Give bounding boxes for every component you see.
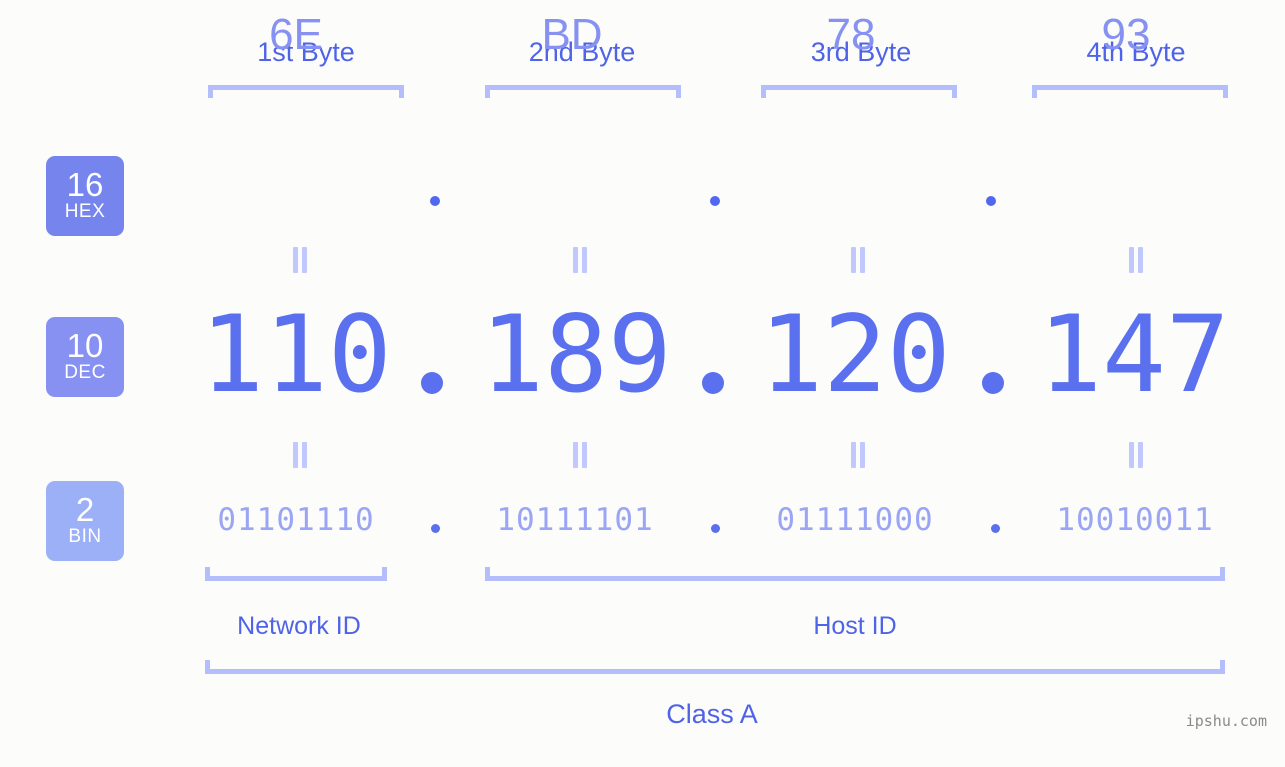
site-watermark: ipshu.com: [1185, 712, 1267, 730]
base-badge-bin: 2 BIN: [46, 481, 124, 561]
host-id-label: Host ID: [813, 612, 897, 640]
hex-byte-2: BD: [541, 10, 603, 59]
bin-byte-1: 01101110: [217, 502, 375, 538]
dec-separator-3: [982, 372, 1004, 394]
ip-breakdown-diagram: 1st Byte 2nd Byte 3rd Byte 4th Byte 16 H…: [0, 0, 1285, 767]
hex-separator-1: [430, 196, 440, 206]
dec-byte-2: 189: [480, 293, 672, 416]
hex-separator-2: [710, 196, 720, 206]
equals-icon-hex-dec-1: [290, 247, 310, 273]
base-badge-bin-label: BIN: [68, 526, 102, 547]
bin-byte-2: 10111101: [496, 502, 654, 538]
byte-bracket-2: [485, 85, 681, 98]
bin-byte-3: 01111000: [776, 502, 934, 538]
dec-byte-3: 120: [759, 293, 951, 416]
byte-bracket-1: [208, 85, 404, 98]
equals-icon-dec-bin-4: [1126, 442, 1146, 468]
hex-byte-1: 6E: [269, 10, 323, 59]
base-badge-hex-number: 16: [66, 166, 104, 203]
byte-bracket-3: [761, 85, 957, 98]
network-id-bracket: [205, 567, 387, 581]
equals-icon-hex-dec-3: [848, 247, 868, 273]
base-badge-hex-label: HEX: [64, 201, 106, 222]
bin-separator-3: [991, 524, 1000, 533]
bin-separator-1: [431, 524, 440, 533]
hex-byte-3: 78: [826, 10, 876, 59]
equals-icon-dec-bin-1: [290, 442, 310, 468]
byte-bracket-4: [1032, 85, 1228, 98]
base-badge-hex: 16 HEX: [46, 156, 124, 236]
dec-separator-2: [702, 372, 724, 394]
bin-byte-4: 10010011: [1056, 502, 1214, 538]
base-badge-dec-label: DEC: [64, 362, 106, 383]
base-badge-dec: 10 DEC: [46, 317, 124, 397]
ip-class-label: Class A: [666, 699, 758, 729]
dec-separator-1: [421, 372, 443, 394]
ip-class-bracket: [205, 660, 1225, 674]
hex-separator-3: [986, 196, 996, 206]
equals-icon-dec-bin-2: [570, 442, 590, 468]
equals-icon-dec-bin-3: [848, 442, 868, 468]
dec-byte-1: 110: [200, 293, 392, 416]
host-id-bracket: [485, 567, 1225, 581]
dec-byte-4: 147: [1038, 293, 1230, 416]
base-badge-bin-number: 2: [75, 491, 95, 528]
network-id-label: Network ID: [237, 612, 361, 640]
equals-icon-hex-dec-4: [1126, 247, 1146, 273]
bin-separator-2: [711, 524, 720, 533]
hex-byte-4: 93: [1101, 10, 1151, 59]
equals-icon-hex-dec-2: [570, 247, 590, 273]
base-badge-dec-number: 10: [66, 327, 104, 364]
